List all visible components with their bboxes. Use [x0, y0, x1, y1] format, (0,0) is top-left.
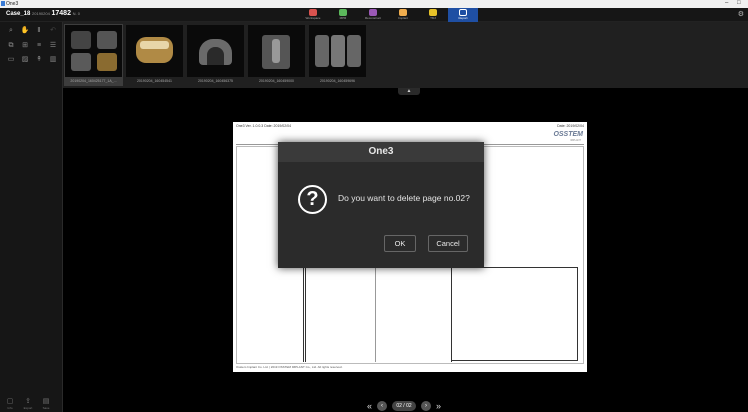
thumbnail-caption: 20190204_160459000: [258, 79, 295, 83]
app-window: One3 – □ Case_18 20190204 17482 N. 0 Wor…: [0, 0, 748, 412]
page-number: 02 / 02: [392, 400, 417, 411]
tab-workspace[interactable]: Workspace: [298, 8, 328, 22]
tab-implant-label: Implant: [398, 16, 408, 20]
image-icon[interactable]: ▨: [20, 55, 30, 64]
mpr-icon: [339, 9, 347, 16]
case-name: Case_18: [6, 11, 31, 17]
export-button[interactable]: ⇪ Export: [22, 398, 34, 410]
confirm-dialog: One3 ? Do you want to delete page no.02?…: [278, 142, 484, 268]
reconstruct-icon: [369, 9, 377, 16]
jaw-3d-thumbnail: [187, 25, 244, 77]
undo-icon[interactable]: ↶: [48, 26, 58, 35]
bottom-tools: ▢ Info ⇪ Export ▤ Save: [4, 398, 52, 410]
save-label: Save: [42, 406, 50, 410]
cross-section-thumbnail: [248, 25, 305, 77]
toolbar-row-1: ⌕ ✋ Ⅱ ↶: [6, 26, 58, 35]
thumbnail-item[interactable]: 20190204_160425177_1A_...: [64, 24, 123, 86]
tmj-icon: [429, 9, 437, 16]
case-info: Case_18 20190204 17482 N. 0: [6, 10, 80, 17]
thumbnail-item[interactable]: 20190204_160456375: [186, 24, 245, 86]
tab-workspace-label: Workspace: [305, 16, 321, 20]
workspace-icon: [309, 9, 317, 16]
osstem-logo: OSSTEM: [553, 131, 583, 138]
app-logo-icon: [1, 1, 5, 6]
question-icon: ?: [298, 185, 327, 214]
thumbnail-item[interactable]: 20190204_160454541: [125, 24, 184, 86]
dialog-message: Do you want to delete page no.02?: [338, 193, 470, 203]
page-header-right: Date: 2019/02/04: [557, 124, 584, 128]
tab-reconstruct[interactable]: Reconstruct: [358, 8, 388, 22]
module-tabs: Workspace MPR Reconstruct Implant TMJ Re…: [298, 8, 478, 22]
thumbnail-item[interactable]: 20190204_160459000: [247, 24, 306, 86]
tab-tmj[interactable]: TMJ: [418, 8, 448, 22]
table-icon[interactable]: ▭: [6, 55, 16, 64]
thumbnail-caption: 20190204_160454541: [136, 79, 173, 83]
layout-2-icon[interactable]: ⊞: [20, 41, 30, 50]
case-extra: N. 0: [72, 11, 80, 16]
first-page-icon[interactable]: «: [367, 401, 372, 411]
align-icon[interactable]: ≡: [34, 41, 44, 50]
main-header: Case_18 20190204 17482 N. 0 Workspace MP…: [0, 8, 748, 22]
tab-mpr-label: MPR: [339, 16, 347, 20]
implant-icon: [399, 9, 407, 16]
save-icon: ▤: [42, 398, 50, 405]
layout-1-icon[interactable]: ⧉: [6, 41, 16, 50]
osstem-logo-sub: IMPLANT: [570, 139, 581, 142]
panoramic-thumbnail: [126, 25, 183, 77]
case-date: 20190204: [32, 11, 50, 16]
toolbar-row-2: ⧉ ⊞ ≡ ☰: [6, 41, 58, 50]
text-tool-icon[interactable]: Ⅱ: [34, 26, 44, 35]
maximize-icon[interactable]: □: [737, 0, 741, 6]
window-title: One3: [6, 1, 19, 7]
marker-icon[interactable]: ↟: [34, 55, 44, 64]
export-label: Export: [23, 406, 33, 410]
tab-implant[interactable]: Implant: [388, 8, 418, 22]
thumbnail-strip: 20190204_160425177_1A_... 20190204_16045…: [63, 22, 370, 88]
settings-gear-icon[interactable]: ⚙: [738, 10, 744, 18]
next-page-icon[interactable]: ›: [421, 400, 432, 411]
implant-slices-thumbnail: [309, 25, 366, 77]
case-id: 17482: [51, 10, 71, 17]
export-icon: ⇪: [25, 398, 31, 405]
tab-reconstruct-label: Reconstruct: [364, 16, 381, 20]
page-header-left: One3 Ver. 1.0.0.3 Date: 2019/02/04: [236, 124, 292, 128]
thumbnail-caption: 20190204_160459696: [319, 79, 356, 83]
grid-icon[interactable]: ☰: [48, 41, 58, 50]
ok-button[interactable]: OK: [384, 235, 416, 252]
page-navigator: « ‹ 02 / 02 › »: [367, 399, 441, 412]
zoom-icon[interactable]: ⌕: [6, 26, 16, 35]
axial-slices-thumbnail: [65, 25, 122, 77]
page-rule: [303, 262, 304, 362]
report-icon: [459, 9, 467, 16]
thumbnail-caption: 20190204_160425177_1A_...: [70, 79, 117, 83]
page-rule: [305, 262, 306, 362]
page-footer: Osstem Implant Co. Ltd. | 2019 OSSTEM IM…: [236, 365, 343, 369]
prev-page-icon[interactable]: ‹: [377, 400, 388, 411]
info-label: Info: [7, 406, 13, 410]
chart-icon[interactable]: ▥: [48, 55, 58, 64]
tab-report-label: Report: [458, 16, 468, 20]
collapse-strip-button[interactable]: ▲: [398, 88, 420, 95]
pan-icon[interactable]: ✋: [20, 26, 30, 35]
thumbnail-strip-empty: [370, 22, 748, 88]
tab-mpr[interactable]: MPR: [328, 8, 358, 22]
page-image-frame: [451, 267, 578, 361]
save-button[interactable]: ▤ Save: [40, 398, 52, 410]
left-toolbar: ⌕ ✋ Ⅱ ↶ ⧉ ⊞ ≡ ☰ ▭ ▨ ↟ ▥ ▢ Info ⇪ Export: [0, 22, 63, 412]
page-rule: [375, 262, 376, 362]
toolbar-row-3: ▭ ▨ ↟ ▥: [6, 55, 58, 64]
thumbnail-item[interactable]: 20190204_160459696: [308, 24, 367, 86]
tab-tmj-label: TMJ: [430, 16, 436, 20]
dialog-title: One3: [368, 146, 394, 157]
title-bar: One3 – □: [0, 0, 748, 8]
info-button[interactable]: ▢ Info: [4, 398, 16, 410]
thumbnail-caption: 20190204_160456375: [197, 79, 234, 83]
minimize-icon[interactable]: –: [725, 0, 728, 6]
last-page-icon[interactable]: »: [436, 401, 441, 411]
tab-report[interactable]: Report: [448, 8, 478, 22]
info-icon: ▢: [6, 398, 14, 405]
cancel-button[interactable]: Cancel: [428, 235, 468, 252]
